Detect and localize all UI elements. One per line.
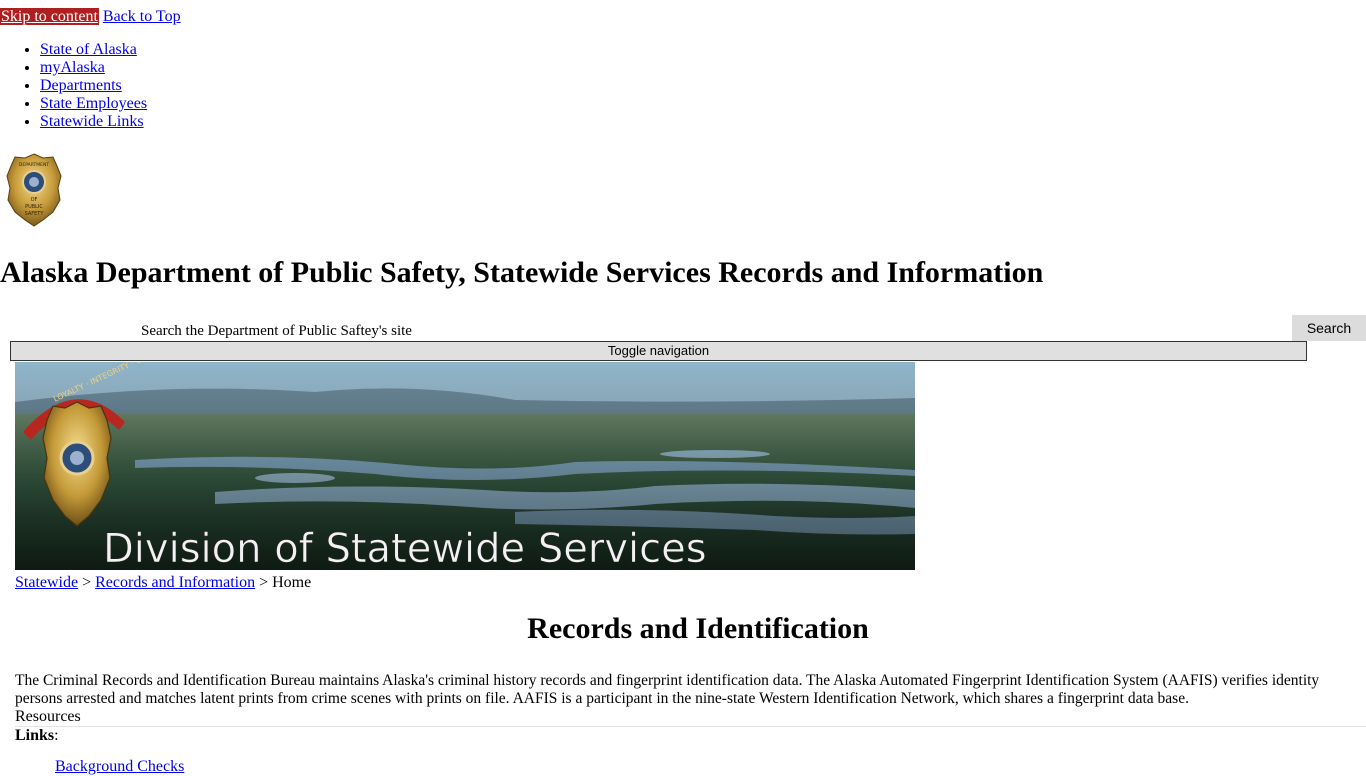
nav-link-departments[interactable]: Departments <box>40 77 122 94</box>
link-background-checks[interactable]: Background Checks <box>55 758 184 775</box>
svg-text:Division of Statewide Services: Division of Statewide Services <box>103 526 707 570</box>
divider <box>15 726 1366 727</box>
breadcrumb: Statewide > Records and Information > Ho… <box>15 574 311 592</box>
svg-text:SAFETY: SAFETY <box>25 211 45 217</box>
nav-link-myalaska[interactable]: myAlaska <box>40 59 105 76</box>
nav-item-state-employees: State Employees <box>40 95 147 113</box>
breadcrumb-current: Home <box>272 574 312 591</box>
toggle-navigation-button[interactable]: Toggle navigation <box>10 341 1307 361</box>
breadcrumb-separator: > <box>82 574 92 591</box>
svg-text:DEPARTMENT: DEPARTMENT <box>19 162 49 168</box>
statewide-nav: State of Alaska myAlaska Departments Sta… <box>0 41 147 131</box>
breadcrumb-link-records[interactable]: Records and Information <box>95 574 255 591</box>
page-heading: Records and Identification <box>527 612 869 645</box>
division-banner: LOYALTY · INTEGRITY · COURAGE Division o… <box>15 362 915 570</box>
skip-to-content-link[interactable]: Skip to content <box>0 8 99 25</box>
svg-text:PUBLIC: PUBLIC <box>25 204 43 210</box>
site-title: Alaska Department of Public Safety, Stat… <box>0 256 1044 289</box>
links-heading: Links: <box>15 727 59 745</box>
dps-badge-logo[interactable]: DEPARTMENT OF PUBLIC SAFETY <box>5 152 63 228</box>
svg-text:OF: OF <box>31 197 38 203</box>
nav-link-statewide-links[interactable]: Statewide Links <box>40 113 144 130</box>
nav-item-departments: Departments <box>40 77 147 95</box>
banner-landscape-image: LOYALTY · INTEGRITY · COURAGE Division o… <box>15 362 915 570</box>
nav-link-state-employees[interactable]: State Employees <box>40 95 147 112</box>
links-colon: : <box>54 727 59 744</box>
nav-item-myalaska: myAlaska <box>40 59 147 77</box>
links-list: Background Checks <box>55 758 184 776</box>
intro-paragraph: The Criminal Records and Identification … <box>15 672 1320 707</box>
nav-item-state-of-alaska: State of Alaska <box>40 41 147 59</box>
badge-icon: DEPARTMENT OF PUBLIC SAFETY <box>6 153 62 227</box>
links-label: Links <box>15 727 55 744</box>
breadcrumb-link-statewide[interactable]: Statewide <box>15 574 78 591</box>
resources-label: Resources <box>15 708 81 725</box>
nav-item-statewide-links: Statewide Links <box>40 113 147 131</box>
nav-link-state-of-alaska[interactable]: State of Alaska <box>40 41 137 58</box>
back-to-top-link[interactable]: Back to Top <box>103 8 181 25</box>
list-item: Background Checks <box>55 758 184 776</box>
search-button[interactable]: Search <box>1292 315 1366 341</box>
skip-nav: Skip to content Back to Top <box>0 8 181 28</box>
breadcrumb-separator: > <box>259 574 269 591</box>
